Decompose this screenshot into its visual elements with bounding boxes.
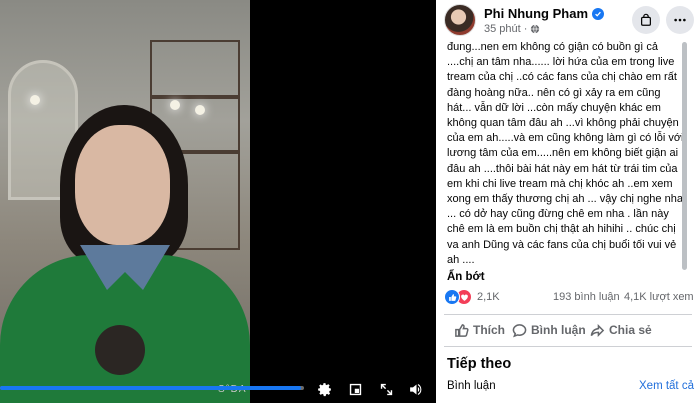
share-label: Chia sẻ xyxy=(609,323,652,337)
like-icon xyxy=(455,323,469,337)
sweater-patch xyxy=(95,325,145,375)
caption-scrollbar[interactable] xyxy=(682,42,688,270)
share-button[interactable]: Chia sẻ xyxy=(590,318,652,342)
fullscreen-icon[interactable] xyxy=(376,379,396,399)
dot-separator: · xyxy=(523,23,528,35)
up-next-heading: Tiếp theo xyxy=(447,356,512,372)
settings-icon[interactable] xyxy=(314,379,334,399)
globe-icon xyxy=(531,24,540,34)
comment-button[interactable]: Bình luận xyxy=(512,318,586,342)
post-caption: đung...nen em không có giận có buồn gì c… xyxy=(447,41,684,266)
post-panel: Phi Nhung Pham 35 phút · đung...nen em k… xyxy=(436,0,700,403)
reaction-count[interactable]: 2,1K xyxy=(477,291,500,303)
caption-container[interactable]: đung...nen em không có giận có buồn gì c… xyxy=(436,40,700,272)
like-label: Thích xyxy=(473,323,505,337)
reaction-icons[interactable] xyxy=(444,289,474,305)
pip-icon[interactable] xyxy=(345,379,365,399)
avatar[interactable] xyxy=(444,4,476,36)
comment-label: Bình luận xyxy=(531,323,586,337)
see-less-link[interactable]: Ẩn bớt xyxy=(447,271,485,283)
like-icon xyxy=(444,289,460,305)
more-icon[interactable] xyxy=(666,6,694,34)
see-all-link[interactable]: Xem tất cả xyxy=(639,380,694,392)
video-progress-bar[interactable] xyxy=(0,386,304,390)
volume-icon[interactable] xyxy=(406,379,426,399)
shelf-board xyxy=(150,95,240,99)
share-icon xyxy=(590,323,605,337)
post-header: Phi Nhung Pham 35 phút · xyxy=(436,0,700,40)
ceiling-light xyxy=(195,105,205,115)
video-frame xyxy=(0,0,250,403)
comment-count[interactable]: 193 bình luận xyxy=(553,291,620,303)
view-count: 4,1K lượt xem xyxy=(624,291,694,303)
post-actions: Thích Bình luận Chia sẻ xyxy=(444,318,692,342)
video-player[interactable]: S°DA xyxy=(0,0,436,403)
video-progress-fill xyxy=(0,386,301,390)
divider xyxy=(444,314,692,315)
author-row: Phi Nhung Pham xyxy=(484,6,604,21)
ceiling-light xyxy=(170,100,180,110)
comment-icon xyxy=(512,323,527,337)
timestamp-text[interactable]: 35 phút xyxy=(484,23,521,35)
like-button[interactable]: Thích xyxy=(454,318,505,342)
comments-heading: Bình luận xyxy=(447,380,496,392)
reactions-summary: 2,1K 193 bình luận 4,1K lượt xem xyxy=(436,289,700,307)
scrollbar-thumb[interactable] xyxy=(682,42,687,270)
author-name[interactable]: Phi Nhung Pham xyxy=(484,6,588,21)
person-face xyxy=(75,125,170,245)
bag-icon[interactable] xyxy=(632,6,660,34)
ceiling-light xyxy=(30,95,40,105)
post-timestamp: 35 phút · xyxy=(484,23,540,35)
verified-icon xyxy=(592,7,604,20)
divider xyxy=(444,346,692,347)
